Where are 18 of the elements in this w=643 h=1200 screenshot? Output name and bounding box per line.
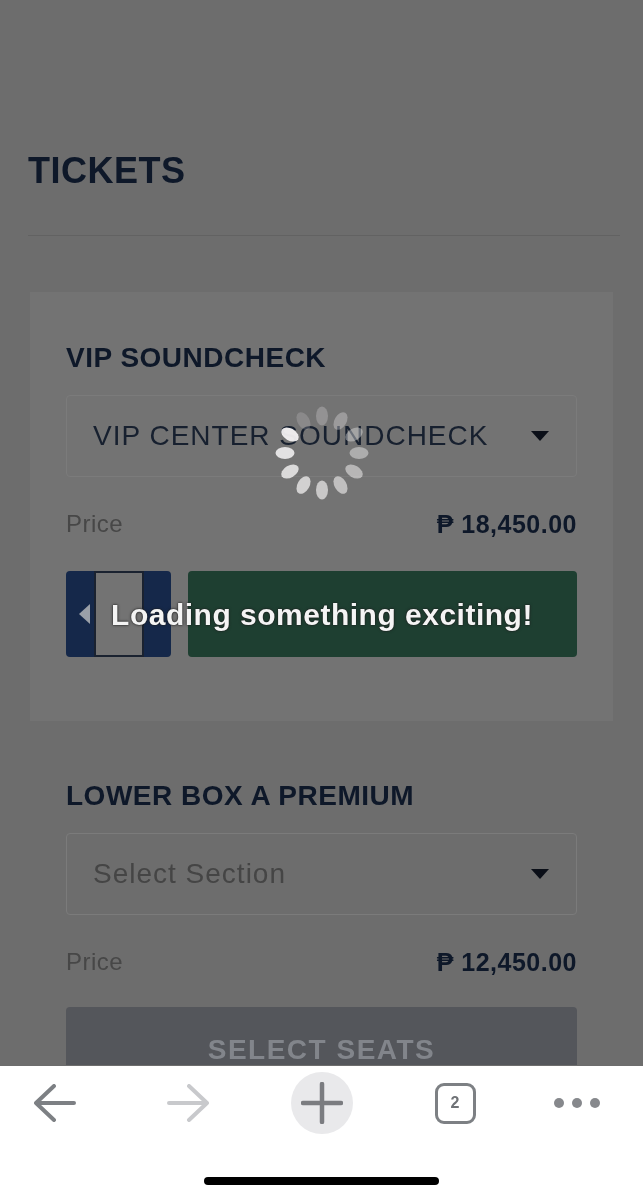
section-heading: VIP SOUNDCHECK xyxy=(66,341,327,375)
arrow-left-icon xyxy=(34,1084,76,1122)
decrement-button[interactable] xyxy=(66,571,94,657)
caret-left-icon xyxy=(78,604,90,624)
dots-icon xyxy=(554,1098,600,1108)
price-value: ₱ 18,450.00 xyxy=(436,509,577,539)
caret-down-icon xyxy=(531,431,549,441)
caret-down-icon xyxy=(531,869,549,879)
page-title: TICKETS xyxy=(28,149,186,193)
loading-message: Loading something exciting! xyxy=(111,597,533,633)
arrow-right-icon xyxy=(167,1084,209,1122)
section-heading: LOWER BOX A PREMIUM xyxy=(66,779,415,813)
back-button[interactable] xyxy=(34,1084,76,1122)
more-button[interactable] xyxy=(554,1098,600,1108)
section-dropdown[interactable]: VIP CENTER SOUNDCHECK xyxy=(66,395,577,477)
plus-icon xyxy=(301,1082,343,1124)
tabs-button[interactable]: 2 xyxy=(434,1082,476,1124)
price-value: ₱ 12,450.00 xyxy=(436,947,577,977)
